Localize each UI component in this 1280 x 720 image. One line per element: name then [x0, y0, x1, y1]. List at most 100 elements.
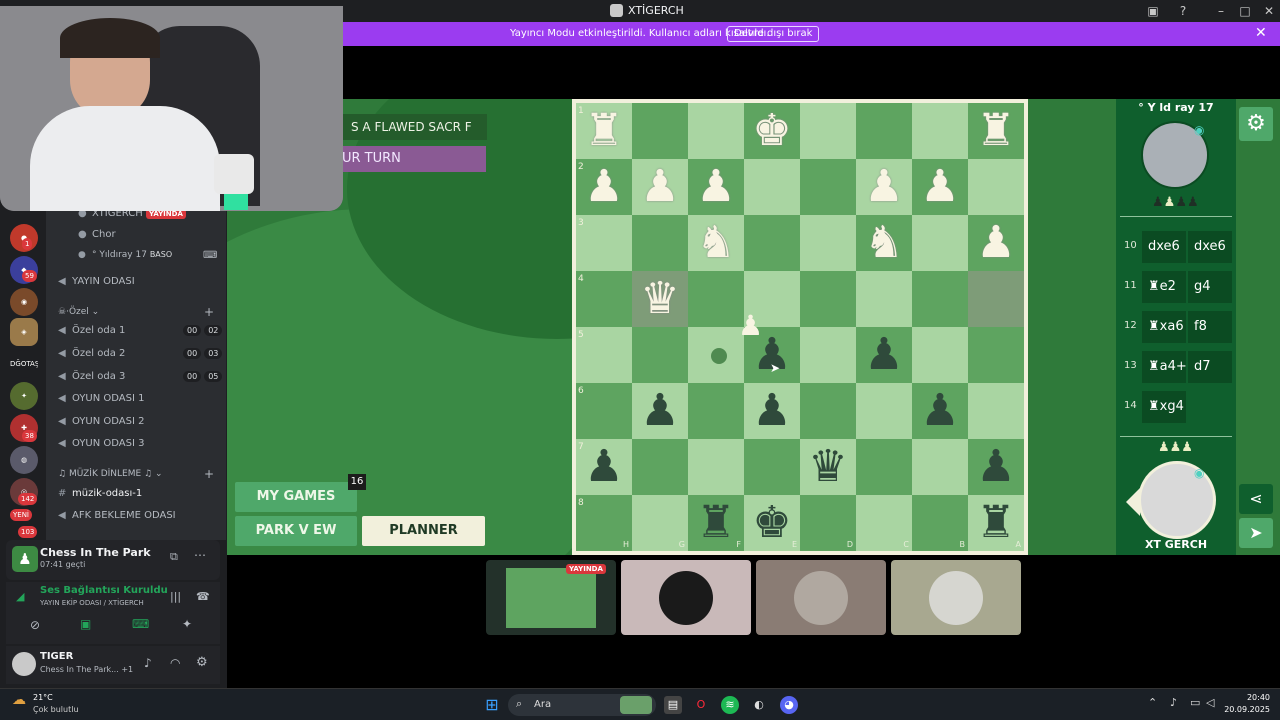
board-square[interactable]: ♞ — [856, 215, 912, 271]
search-box[interactable]: ⌕ Ara — [508, 694, 656, 716]
white-move[interactable]: ♜xa6 — [1142, 311, 1186, 343]
help-icon[interactable]: ? — [1172, 2, 1194, 20]
participant-tile[interactable] — [621, 560, 751, 635]
channel-ozel-oda-3[interactable]: ◀ Özel oda 3 — [58, 371, 125, 382]
board-square[interactable]: ♛ — [800, 439, 856, 495]
board-square[interactable]: ♛ — [632, 271, 688, 327]
channel-afk[interactable]: ◀ AFK BEKLEME ODASI — [58, 510, 176, 521]
move-row[interactable]: 14 ♜xg4 — [1120, 391, 1232, 423]
board-square[interactable] — [968, 271, 1024, 327]
black-move[interactable]: dxe6 — [1188, 231, 1232, 263]
tray-mic-icon[interactable]: ♪ — [1170, 696, 1177, 709]
board-square[interactable] — [688, 103, 744, 159]
more-icon[interactable]: ⋯ — [194, 548, 206, 562]
board-square[interactable] — [856, 383, 912, 439]
board-square[interactable] — [800, 159, 856, 215]
black-move[interactable]: d7 — [1188, 351, 1232, 383]
board-square[interactable]: ♟ — [856, 327, 912, 383]
black-piece[interactable]: ♜ — [696, 497, 735, 548]
channel-muzik-odasi-1[interactable]: # müzik-odası-1 — [58, 488, 142, 499]
white-move[interactable]: dxe6 — [1142, 231, 1186, 263]
white-piece[interactable]: ♟ — [976, 217, 1015, 268]
white-piece[interactable]: ♟ — [640, 161, 679, 212]
channel-ozel-oda-2[interactable]: ◀ Özel oda 2 — [58, 348, 125, 359]
popout-icon[interactable]: ⧉ — [170, 550, 178, 564]
channel-ozel-oda-1[interactable]: ◀ Özel oda 1 — [58, 325, 125, 336]
file-explorer-icon[interactable]: ▤ — [664, 696, 682, 714]
board-square[interactable]: ♟ — [856, 159, 912, 215]
board-square[interactable]: ♟ — [744, 383, 800, 439]
soundwave-icon[interactable]: ||| — [170, 590, 181, 603]
white-piece[interactable]: ♟ — [696, 161, 735, 212]
board-square[interactable]: G — [632, 495, 688, 551]
white-move[interactable]: ♜a4+ — [1142, 351, 1187, 383]
board-square[interactable] — [856, 271, 912, 327]
maximize-button[interactable]: □ — [1234, 2, 1256, 20]
board-square[interactable] — [856, 439, 912, 495]
channel-yayin-odasi[interactable]: ◀ YAYIN ODASI — [58, 276, 135, 287]
my-games-button[interactable]: MY GAMES — [235, 482, 357, 512]
stream-thumb-self[interactable]: YAYINDA — [486, 560, 616, 635]
network-icon[interactable]: ▭ — [1190, 696, 1200, 709]
black-piece[interactable]: ♟ — [864, 329, 903, 380]
board-square[interactable] — [912, 327, 968, 383]
minimize-button[interactable]: – — [1210, 2, 1232, 20]
server-icon[interactable]: ◉ — [10, 288, 38, 316]
white-piece[interactable]: ♞ — [696, 217, 735, 268]
move-row[interactable]: 10 dxe6 dxe6 — [1120, 231, 1232, 263]
board-square[interactable] — [800, 215, 856, 271]
participant-tile[interactable] — [891, 560, 1021, 635]
board-square[interactable] — [968, 383, 1024, 439]
move-row[interactable]: 12 ♜xa6 f8 — [1120, 311, 1232, 343]
inbox-icon[interactable]: ▣ — [1142, 2, 1164, 20]
board-square[interactable]: 5 — [576, 327, 632, 383]
board-square[interactable]: ♜ — [968, 103, 1024, 159]
board-square[interactable]: ♜ 1 — [576, 103, 632, 159]
board-square[interactable]: ♜ F — [688, 495, 744, 551]
black-piece[interactable]: ♟ — [584, 441, 623, 492]
board-square[interactable]: ♞ — [688, 215, 744, 271]
board-square[interactable] — [632, 103, 688, 159]
soundboard-icon[interactable]: ✦ — [182, 617, 192, 631]
board-square[interactable] — [800, 271, 856, 327]
board-square[interactable] — [800, 103, 856, 159]
board-square[interactable]: C — [856, 495, 912, 551]
board-square[interactable] — [856, 103, 912, 159]
activity-icon[interactable]: ⌨ — [132, 617, 149, 631]
board-square[interactable] — [912, 271, 968, 327]
server-icon[interactable]: DĞOTAŞ. — [10, 350, 38, 378]
white-piece[interactable]: ♟ — [584, 161, 623, 212]
steam-icon[interactable]: ◐ — [750, 696, 768, 714]
board-square[interactable] — [688, 271, 744, 327]
board-square[interactable]: ♟ — [688, 159, 744, 215]
board-square[interactable]: ♟ — [632, 159, 688, 215]
mic-icon[interactable]: ♪ — [144, 656, 152, 670]
board-square[interactable]: ♟ — [968, 215, 1024, 271]
move-hint-dot[interactable] — [711, 348, 727, 364]
white-piece[interactable]: ♛ — [640, 273, 679, 324]
board-square[interactable] — [800, 327, 856, 383]
send-button[interactable]: ➤ — [1239, 518, 1273, 548]
board-square[interactable] — [744, 439, 800, 495]
settings-gear-button[interactable]: ⚙ — [1239, 107, 1273, 141]
black-piece[interactable]: ♟ — [640, 385, 679, 436]
channel-oyun-odasi-1[interactable]: ◀ OYUN ODASI 1 — [58, 393, 145, 404]
black-piece[interactable]: ♛ — [808, 441, 847, 492]
board-square[interactable] — [912, 103, 968, 159]
board-square[interactable] — [912, 439, 968, 495]
move-row[interactable]: 11 ♜e2 g4 — [1120, 271, 1232, 303]
white-piece[interactable]: ♜ — [976, 105, 1015, 156]
board-square[interactable]: ♟ — [912, 383, 968, 439]
board-square[interactable] — [632, 439, 688, 495]
chess-board[interactable]: ♜ 1 ♚ ♜ ♟ 2 ♟ ♟ ♟ ♟ 3 ♞ ♞ ♟ 4 ♛ 5 ♟ ♟ 6 ♟ ♟ ♟ ♟ 7 ♛ ♟ 8 H G ♜ F ♚ E D C B ♜ A ♟… — [572, 99, 1028, 555]
black-piece[interactable]: ♟ — [920, 385, 959, 436]
tray-chevron-icon[interactable]: ⌃ — [1148, 696, 1157, 709]
board-grid[interactable]: ♜ 1 ♚ ♜ ♟ 2 ♟ ♟ ♟ ♟ 3 ♞ ♞ ♟ 4 ♛ 5 ♟ ♟ 6 ♟ ♟ ♟ ♟ 7 ♛ ♟ 8 H G ♜ F ♚ E D C B ♜ A ♟… — [576, 103, 1024, 551]
board-square[interactable]: ♜ A — [968, 495, 1024, 551]
camera-off-icon[interactable]: ⊘ — [30, 618, 40, 632]
weather-icon[interactable]: ☁ — [12, 692, 26, 708]
board-square[interactable]: 3 — [576, 215, 632, 271]
clock-date[interactable]: 20.09.2025 — [1222, 705, 1270, 714]
black-piece[interactable]: ♜ — [976, 497, 1015, 548]
white-move[interactable]: ♜e2 — [1142, 271, 1186, 303]
